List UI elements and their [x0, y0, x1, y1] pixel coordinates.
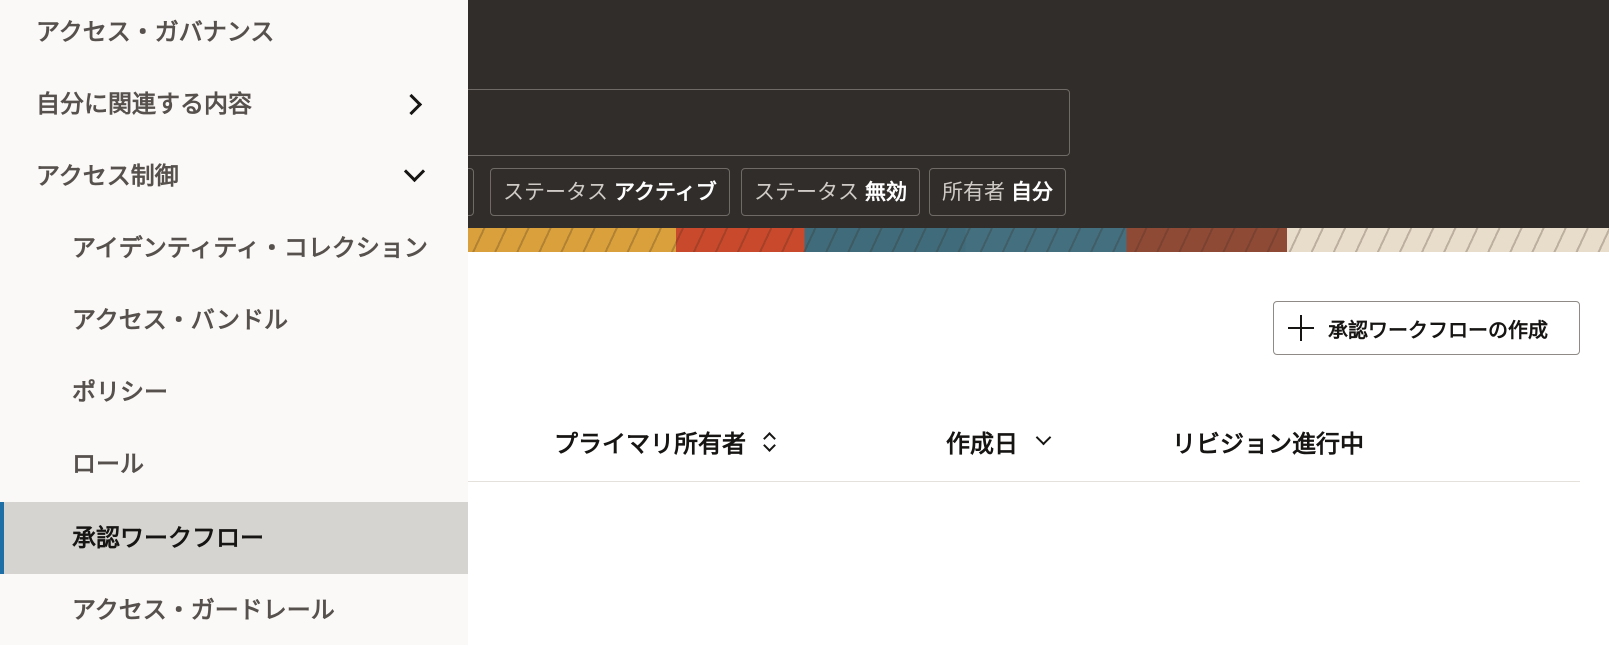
nav-item-label: アイデンティティ・コレクション [72, 234, 428, 262]
filter-chip-owner-me[interactable]: 所有者 自分 [929, 168, 1066, 216]
nav-item-access-control[interactable]: アクセス制御 [0, 140, 468, 212]
filter-chip-value: アクティブ [614, 180, 717, 204]
chevron-right-icon [400, 93, 423, 116]
nav-item-label: アクセス・ガバナンス [36, 18, 275, 46]
filter-chip-value: 無効 [865, 180, 907, 204]
chevron-down-icon [403, 160, 426, 183]
table-header-divider [468, 481, 1580, 482]
column-header-primary-owner[interactable]: プライマリ所有者 [554, 424, 776, 459]
nav-item-access-bundles[interactable]: アクセス・バンドル [0, 284, 468, 356]
plus-icon [1288, 315, 1314, 341]
filter-chip-key: 所有者 [942, 180, 1005, 204]
search-input[interactable] [420, 89, 1070, 156]
nav-item-label: アクセス・ガードレール [72, 596, 335, 624]
navigation-drawer: アクセス・ガバナンス 自分に関連する内容 アクセス制御 アイデンティティ・コレク… [0, 0, 468, 645]
sort-descending-icon [1035, 429, 1052, 446]
nav-item-label: 承認ワークフロー [72, 524, 264, 552]
sort-icon [762, 431, 776, 453]
nav-item-my-related[interactable]: 自分に関連する内容 [0, 68, 468, 140]
nav-item-identity-collections[interactable]: アイデンティティ・コレクション [0, 212, 468, 284]
nav-item-label: ロール [72, 450, 144, 478]
column-header-created-date[interactable]: 作成日 [946, 424, 1052, 459]
filter-chip-key: ステータス [754, 180, 859, 204]
column-header-revision-in-progress[interactable]: リビジョン進行中 [1172, 424, 1364, 459]
filter-chip-status-active[interactable]: ステータス アクティブ [490, 168, 730, 216]
nav-item-label: ポリシー [72, 378, 168, 406]
nav-item-label: 自分に関連する内容 [36, 90, 252, 118]
create-approval-workflow-button[interactable]: 承認ワークフローの作成 [1273, 301, 1580, 355]
filter-chip-status-disabled[interactable]: ステータス 無効 [741, 168, 920, 216]
column-header-label: プライマリ所有者 [554, 430, 746, 458]
nav-item-access-guardrails[interactable]: アクセス・ガードレール [0, 574, 468, 646]
nav-item-roles[interactable]: ロール [0, 428, 468, 500]
nav-item-policies[interactable]: ポリシー [0, 356, 468, 428]
nav-item-label: アクセス制御 [36, 162, 179, 190]
column-header-label: リビジョン進行中 [1172, 430, 1364, 458]
nav-item-label: アクセス・バンドル [72, 306, 288, 334]
filter-chip-key: ステータス [503, 180, 608, 204]
filter-chip-value: 自分 [1011, 180, 1053, 204]
create-button-label: 承認ワークフローの作成 [1328, 317, 1548, 342]
nav-item-access-governance[interactable]: アクセス・ガバナンス [0, 0, 468, 68]
column-header-label: 作成日 [946, 430, 1018, 458]
nav-item-approval-workflows[interactable]: 承認ワークフロー [0, 502, 468, 574]
